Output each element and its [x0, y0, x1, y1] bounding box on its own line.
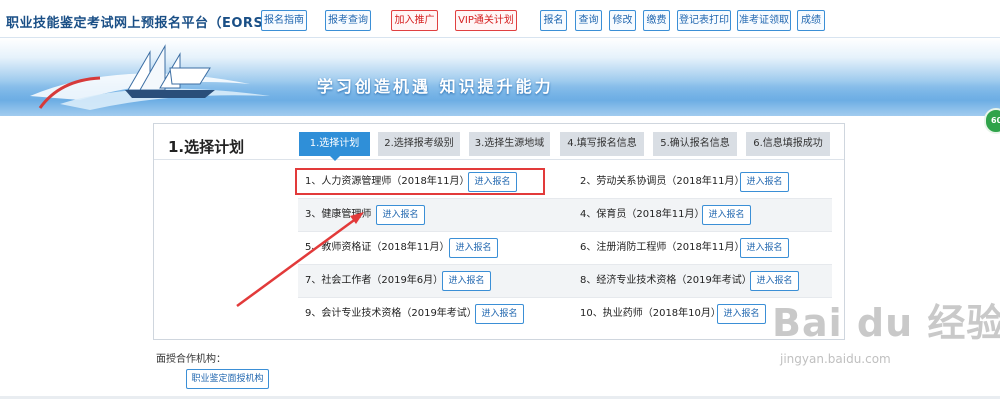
- nav-enroll-button[interactable]: 报名: [540, 10, 567, 31]
- nav-pay-button[interactable]: 缴费: [643, 10, 670, 31]
- panel-title: 1.选择计划: [168, 138, 245, 156]
- watermark-url: jingyan.baidu.com: [780, 352, 891, 366]
- nav-promote-button[interactable]: 加入推广: [391, 10, 438, 31]
- plan-item: 7、社会工作者（2019年6月）: [305, 265, 565, 297]
- panel-divider: [154, 159, 844, 160]
- plan-name: 10、执业药师（2018年10月）: [580, 308, 721, 319]
- nav-vip-button[interactable]: VIP通关计划: [455, 10, 517, 31]
- step-tab-1[interactable]: 1.选择计划: [299, 132, 370, 161]
- step-tab-3[interactable]: 3.选择生源地域: [469, 132, 550, 156]
- step-tab-6[interactable]: 6.信息填报成功: [746, 132, 830, 156]
- plan-row: 7、社会工作者（2019年6月） 进入报名 8、经济专业技术资格（2019年考试…: [298, 265, 832, 298]
- plan-item: 9、会计专业技术资格（2019年考试）: [305, 298, 565, 330]
- plan-item: 5、教师资格证（2018年11月）: [305, 232, 565, 264]
- enroll-button[interactable]: 进入报名: [750, 271, 799, 291]
- enroll-button[interactable]: 进入报名: [442, 271, 491, 291]
- ship-illustration: [30, 44, 270, 110]
- header-banner: 学习创造机遇 知识提升能力: [0, 38, 1000, 116]
- plan-name: 6、注册消防工程师（2018年11月）: [580, 242, 745, 253]
- nav-modify-button[interactable]: 修改: [609, 10, 636, 31]
- step-tab-2[interactable]: 2.选择报考级别: [378, 132, 460, 156]
- top-bar: 职业技能鉴定考试网上预报名平台（EORS） 报名指南 报考查询 加入推广 VIP…: [0, 0, 1000, 38]
- enroll-button[interactable]: 进入报名: [702, 205, 751, 225]
- plan-item: 3、健康管理师: [305, 199, 565, 231]
- plan-selection-panel: 1.选择计划 1.选择计划 2.选择报考级别 3.选择生源地域 4.填写报名信息…: [153, 123, 845, 340]
- enroll-button[interactable]: 进入报名: [717, 304, 766, 324]
- plan-name: 8、经济专业技术资格（2019年考试）: [580, 275, 752, 286]
- plan-name: 9、会计专业技术资格（2019年考试）: [305, 308, 477, 319]
- cooperation-institution-button[interactable]: 职业鉴定面授机构: [186, 369, 269, 389]
- plan-name: 5、教师资格证（2018年11月）: [305, 242, 450, 253]
- enroll-button[interactable]: 进入报名: [740, 172, 789, 192]
- nav-score-button[interactable]: 成绩: [797, 10, 825, 31]
- nav-search-button[interactable]: 查询: [575, 10, 602, 31]
- highlight-box: [295, 168, 545, 195]
- plan-item: 2、劳动关系协调员（2018年11月）: [580, 166, 830, 198]
- nav-print-form-button[interactable]: 登记表打印: [677, 10, 731, 31]
- banner-slogan: 学习创造机遇 知识提升能力: [317, 77, 554, 96]
- enroll-button[interactable]: 进入报名: [740, 238, 789, 258]
- enroll-button[interactable]: 进入报名: [449, 238, 498, 258]
- cooperation-label: 面授合作机构：: [156, 354, 226, 365]
- plan-row: 5、教师资格证（2018年11月） 进入报名 6、注册消防工程师（2018年11…: [298, 232, 832, 265]
- nav-admission-ticket-button[interactable]: 准考证领取: [737, 10, 791, 31]
- nav-guide-button[interactable]: 报名指南: [261, 10, 307, 31]
- step-tab-5[interactable]: 5.确认报名信息: [653, 132, 737, 156]
- site-title: 职业技能鉴定考试网上预报名平台（EORS）: [6, 16, 277, 31]
- plan-name: 3、健康管理师: [305, 209, 372, 220]
- side-float-badge[interactable]: 60: [984, 108, 1000, 134]
- plan-item: 6、注册消防工程师（2018年11月）: [580, 232, 830, 264]
- watermark-logo: Bai du 经验: [772, 301, 1000, 345]
- plan-name: 7、社会工作者（2019年6月）: [305, 275, 444, 286]
- plan-row: 9、会计专业技术资格（2019年考试） 进入报名 10、执业药师（2018年10…: [298, 298, 832, 331]
- plan-row: 3、健康管理师 进入报名 4、保育员（2018年11月） 进入报名: [298, 199, 832, 232]
- enroll-button[interactable]: 进入报名: [475, 304, 524, 324]
- nav-query-button[interactable]: 报考查询: [325, 10, 371, 31]
- plan-name: 2、劳动关系协调员（2018年11月）: [580, 176, 745, 187]
- step-tab-4[interactable]: 4.填写报名信息: [560, 132, 644, 156]
- plan-name: 4、保育员（2018年11月）: [580, 209, 705, 220]
- baidu-watermark: Bai du 经验 jingyan.baidu.com: [772, 292, 1000, 366]
- enroll-button[interactable]: 进入报名: [376, 205, 425, 225]
